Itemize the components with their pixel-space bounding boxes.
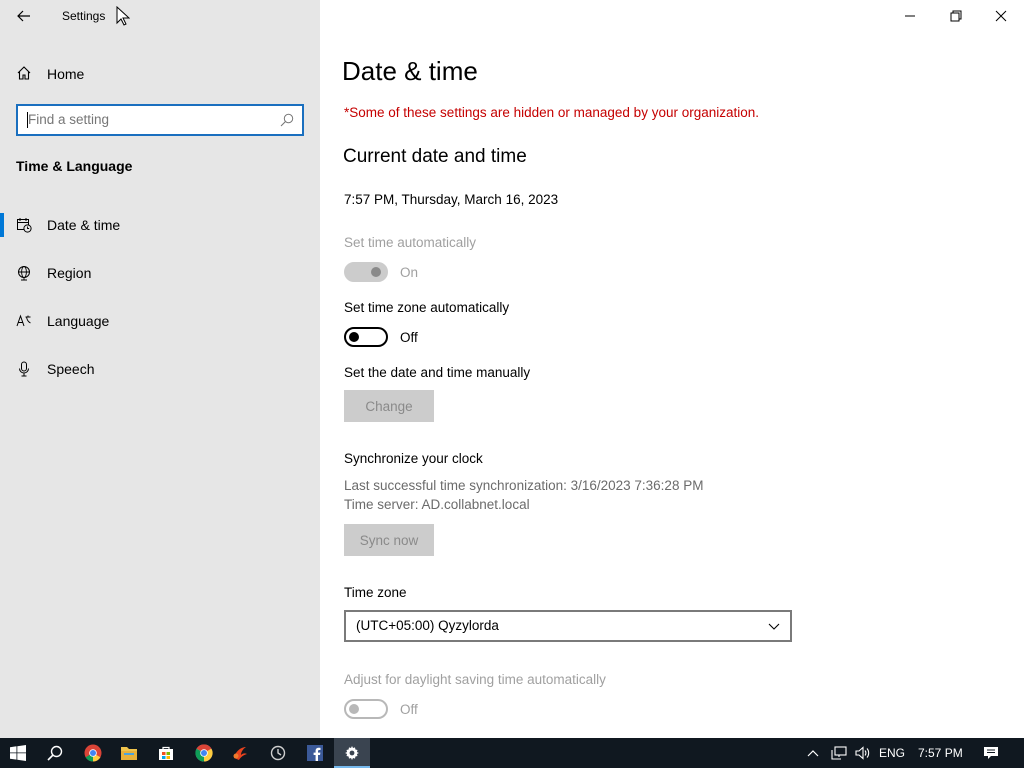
sidebar-item-label: Region (47, 265, 92, 281)
set-time-automatically-state: On (400, 265, 419, 280)
restore-button[interactable] (933, 0, 979, 32)
daylight-saving-state: Off (400, 702, 418, 717)
taskbar-store[interactable] (148, 738, 184, 768)
minimize-icon (905, 15, 915, 17)
minimize-button[interactable] (887, 0, 933, 32)
taskbar-settings[interactable] (334, 738, 370, 768)
page-title: Date & time (342, 56, 478, 86)
home-nav-item[interactable]: Home (0, 58, 320, 88)
sidebar-item-label: Date & time (47, 217, 121, 233)
synchronize-clock-heading: Synchronize your clock (344, 451, 483, 466)
selection-indicator (0, 213, 4, 237)
notification-icon (984, 747, 998, 759)
store-icon (159, 746, 173, 760)
home-label: Home (47, 66, 85, 82)
back-button[interactable] (12, 6, 36, 26)
main-content: Date & time *Some of these settings are … (320, 0, 1024, 738)
set-time-zone-automatically-state: Off (400, 330, 418, 345)
set-time-zone-automatically-toggle[interactable] (344, 327, 388, 347)
search-icon (47, 745, 63, 761)
windows-logo-icon (10, 745, 26, 761)
sidebar-item-region[interactable]: Region (0, 255, 320, 291)
window-title: Settings (62, 9, 106, 23)
network-icon (831, 746, 847, 760)
show-hidden-icons-button[interactable] (800, 738, 826, 768)
folder-icon (121, 747, 137, 760)
taskbar-search-button[interactable] (37, 738, 73, 768)
last-sync-text: Last successful time synchronization: 3/… (344, 478, 704, 493)
daylight-saving-toggle[interactable] (344, 699, 388, 719)
chevron-down-icon (768, 623, 780, 630)
date-time-icon (17, 218, 32, 233)
sidebar-item-speech[interactable]: Speech (0, 351, 320, 387)
search-placeholder: Find a setting (28, 112, 110, 127)
taskbar-facebook[interactable] (297, 738, 333, 768)
taskbar-chrome[interactable] (75, 738, 111, 768)
restore-icon (950, 10, 962, 22)
taskbar: ENG 7:57 PM (0, 738, 1024, 768)
set-date-time-manually-label: Set the date and time manually (344, 365, 531, 380)
settings-search-input[interactable]: Find a setting (16, 104, 304, 136)
sidebar-item-date-time[interactable]: Date & time (0, 207, 320, 243)
sidebar-item-label: Speech (47, 361, 95, 377)
set-time-automatically-label: Set time automatically (344, 235, 477, 250)
home-icon (17, 66, 31, 80)
title-bar-left: Settings (0, 0, 320, 32)
set-time-zone-automatically-label: Set time zone automatically (344, 300, 510, 315)
current-date-time-heading: Current date and time (343, 146, 527, 167)
input-language-indicator[interactable]: ENG (879, 746, 905, 760)
clock-app-icon (270, 745, 286, 761)
taskbar-app-clock[interactable] (260, 738, 296, 768)
search-icon (280, 113, 294, 127)
sidebar-section-title: Time & Language (16, 158, 133, 174)
back-arrow-icon (17, 10, 30, 22)
mouse-pointer-icon (116, 6, 130, 26)
current-date-time-value: 7:57 PM, Thursday, March 16, 2023 (344, 192, 559, 207)
taskbar-app-red[interactable] (222, 738, 258, 768)
taskbar-file-explorer[interactable] (111, 738, 147, 768)
sync-now-button[interactable]: Sync now (344, 524, 434, 556)
chevron-up-icon (807, 750, 819, 757)
red-app-icon (233, 747, 247, 760)
start-button[interactable] (0, 738, 36, 768)
set-time-automatically-toggle[interactable] (344, 262, 388, 282)
daylight-saving-label: Adjust for daylight saving time automati… (344, 672, 606, 687)
time-zone-dropdown[interactable]: (UTC+05:00) Qyzylorda (344, 610, 792, 642)
toggle-knob (371, 267, 381, 277)
speaker-icon (855, 746, 870, 760)
close-icon (995, 10, 1007, 22)
sidebar: Settings Home Find a setting Time & Lang… (0, 0, 320, 738)
taskbar-clock[interactable]: 7:57 PM (918, 746, 963, 760)
microphone-icon (19, 361, 29, 377)
sidebar-item-language[interactable]: Language (0, 303, 320, 339)
facebook-icon (307, 745, 323, 761)
toggle-knob (349, 704, 359, 714)
time-zone-label: Time zone (344, 585, 407, 600)
taskbar-chrome-profile[interactable] (186, 738, 222, 768)
sidebar-item-label: Language (47, 313, 110, 329)
time-server-text: Time server: AD.collabnet.local (344, 497, 530, 512)
action-center-button[interactable] (975, 738, 1007, 768)
language-icon (16, 314, 31, 327)
managed-by-organization-notice: *Some of these settings are hidden or ma… (344, 105, 760, 120)
change-button[interactable]: Change (344, 390, 434, 422)
chrome-profile-icon (195, 744, 213, 762)
toggle-knob (349, 332, 359, 342)
network-button[interactable] (826, 738, 852, 768)
volume-button[interactable] (850, 738, 876, 768)
globe-icon (18, 266, 30, 281)
close-button[interactable] (978, 0, 1024, 32)
chrome-icon (84, 744, 102, 762)
gear-icon (345, 746, 359, 760)
time-zone-selected-value: (UTC+05:00) Qyzylorda (356, 618, 499, 633)
